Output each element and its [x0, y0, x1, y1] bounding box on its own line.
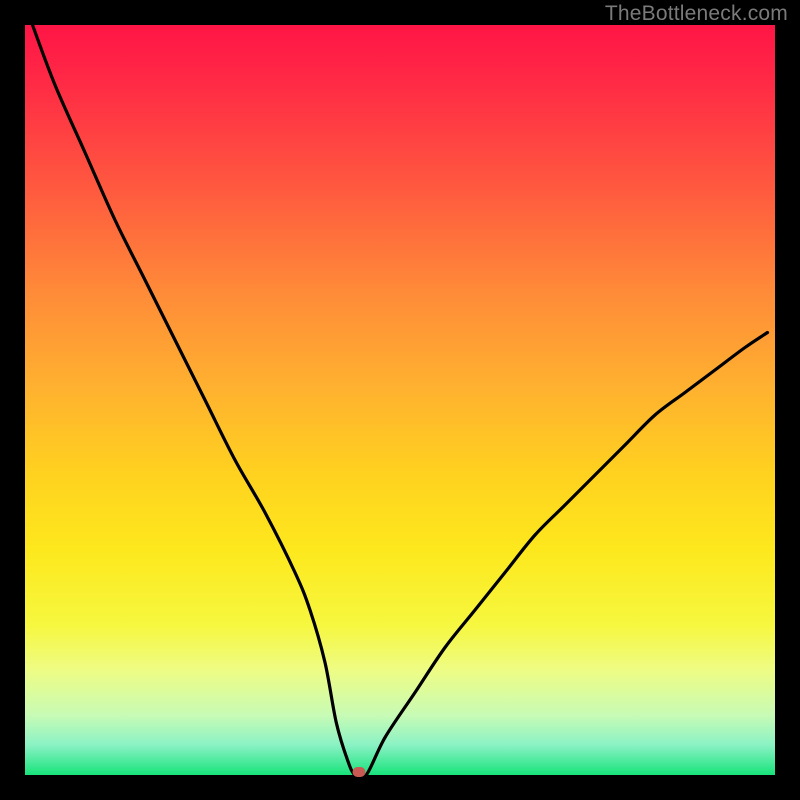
chart-frame: TheBottleneck.com: [0, 0, 800, 800]
plot-area: [25, 25, 775, 775]
optimal-point-marker: [352, 767, 365, 777]
bottleneck-curve: [25, 25, 775, 775]
watermark-text: TheBottleneck.com: [605, 2, 788, 26]
